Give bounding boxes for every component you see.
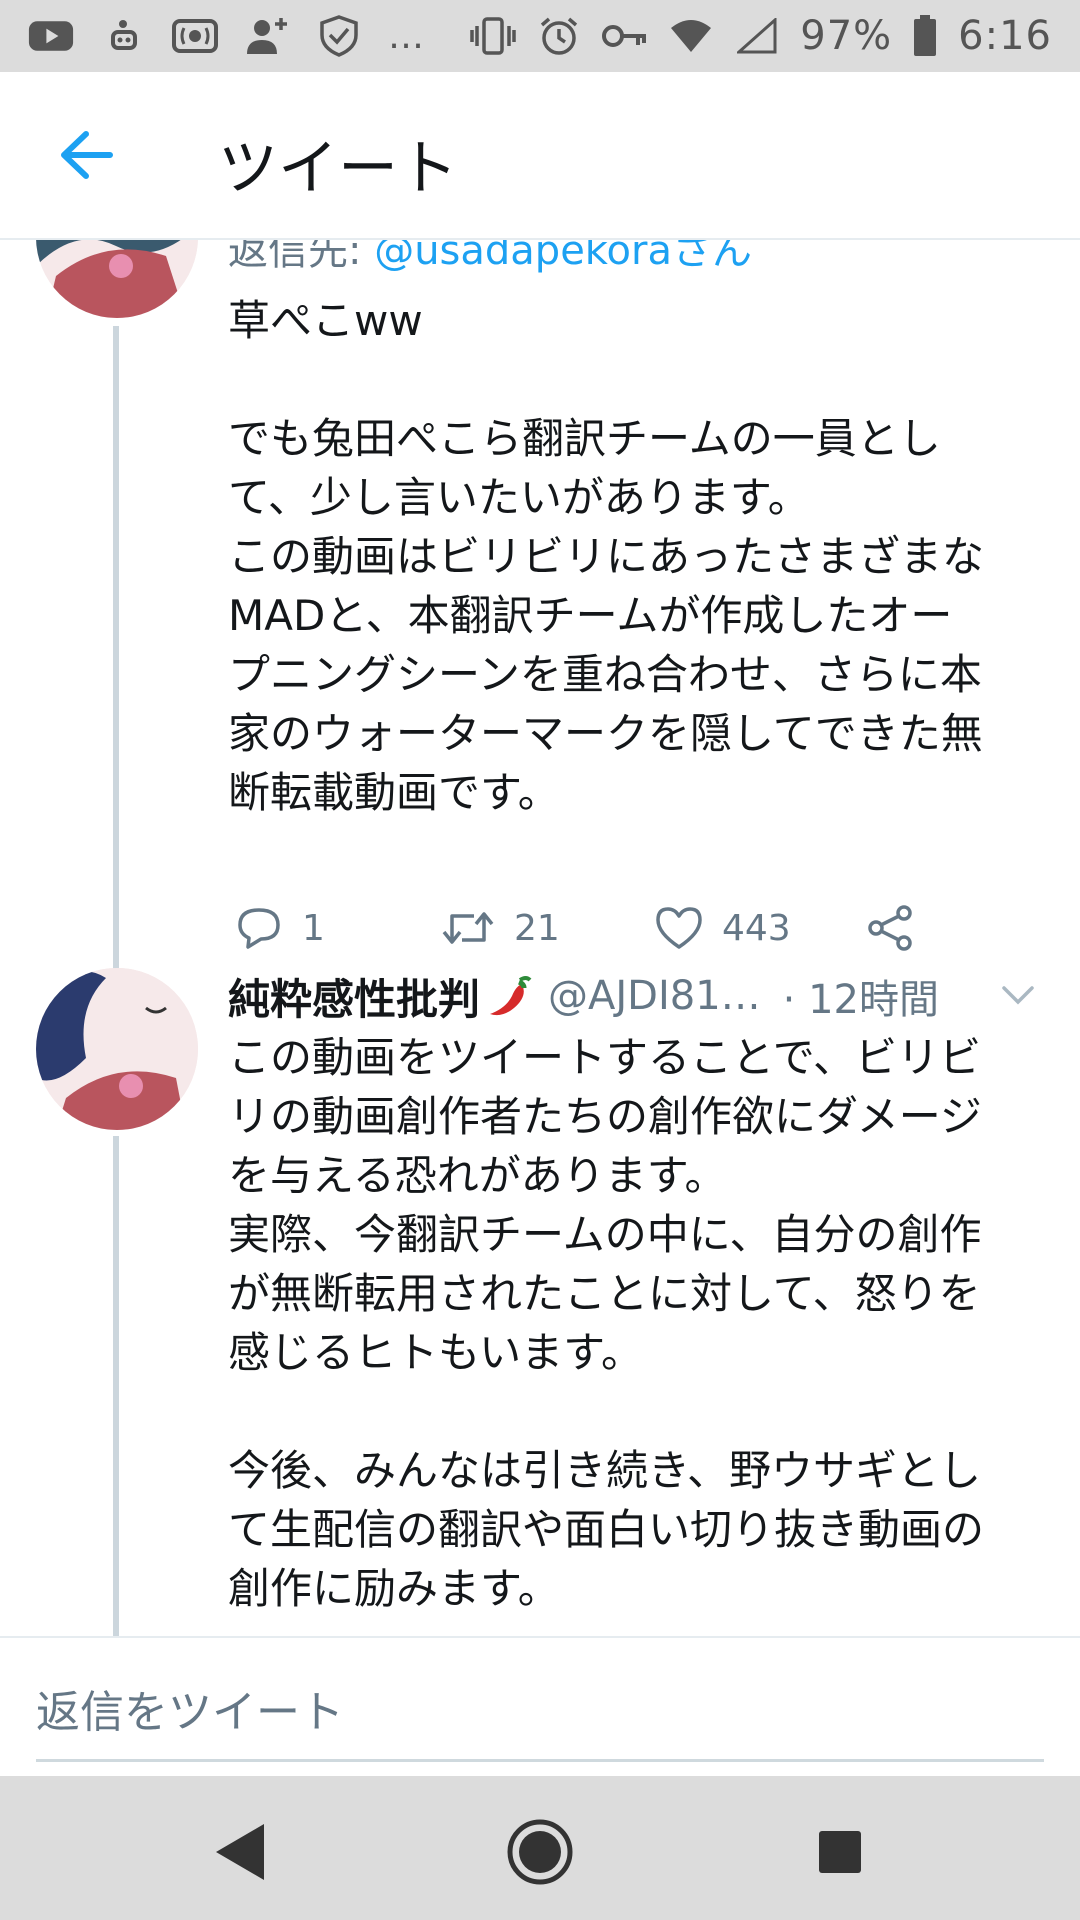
tweet-timestamp[interactable]: · 12時間 (783, 967, 939, 1025)
share-icon (868, 905, 912, 951)
add-person-icon (244, 16, 290, 56)
recents-square-icon (819, 1831, 861, 1873)
reply-icon (238, 908, 280, 949)
reply-action-button[interactable]: 1 (234, 898, 325, 958)
tweet-header: 純粋感性批判 @AJDI81… · 12時間 (228, 966, 1048, 1026)
input-underline (36, 1759, 1044, 1762)
youtube-icon (28, 16, 74, 56)
system-navigation-bar (0, 1776, 1080, 1920)
tweet-text: この動画をツイートすることで、ビリビ リの動画創作者たちの創作欲にダメージ を与… (228, 1033, 985, 1613)
heart-icon (656, 907, 702, 949)
reply-count: 1 (302, 907, 325, 949)
share-action-button[interactable] (866, 898, 916, 958)
reply-to-prefix: 返信先: (228, 238, 375, 274)
like-count: 443 (722, 907, 791, 949)
avatar[interactable] (36, 968, 198, 1130)
overflow-indicator: … (388, 15, 426, 57)
top-app-bar: ツイート (0, 72, 1080, 240)
radio-icon (172, 16, 218, 56)
tweet-thread[interactable]: 返信先: @usadapekoraさん 草ぺこww でも兔田ぺこら翻訳チームの一… (0, 238, 1080, 1636)
reply-composer: 返信をツイート (0, 1636, 1080, 1778)
avatar[interactable] (36, 238, 198, 318)
key-icon (602, 16, 648, 56)
vibrate-icon (470, 16, 517, 56)
nav-back-button[interactable] (200, 1812, 280, 1892)
back-triangle-icon (216, 1824, 264, 1880)
retweet-action-button[interactable]: 21 (440, 898, 560, 958)
like-action-button[interactable]: 443 (654, 898, 791, 958)
thread-connector-line (113, 1136, 119, 1636)
chili-pepper-icon (490, 976, 532, 1016)
thread-connector-line (113, 326, 119, 976)
tweet-actions: 1 21 443 (228, 898, 928, 958)
chevron-down-icon[interactable] (998, 978, 1038, 1014)
battery-percent: 97% (800, 13, 893, 59)
nav-recents-button[interactable] (800, 1812, 880, 1892)
reply-input[interactable]: 返信をツイート (36, 1676, 344, 1740)
user-handle[interactable]: @AJDI81… (548, 973, 761, 1019)
app-icon (100, 16, 146, 56)
status-bar: … 97% 6:16 (0, 0, 1080, 72)
clock: 6:16 (958, 13, 1052, 59)
wifi-icon (668, 16, 714, 56)
display-name[interactable]: 純粋感性批判 (228, 966, 480, 1027)
shield-icon (316, 15, 362, 57)
alarm-icon (536, 16, 582, 56)
retweet-icon (442, 912, 494, 944)
nav-home-button[interactable] (500, 1812, 580, 1892)
home-circle-icon (507, 1819, 573, 1885)
battery-icon (912, 15, 938, 56)
arrow-left-icon (61, 131, 113, 179)
back-button[interactable] (56, 130, 116, 180)
tweet-text: 草ぺこww でも兔田ぺこら翻訳チームの一員とし て、少し言いたいがあります。 こ… (228, 296, 985, 817)
signal-icon (734, 16, 780, 56)
page-title: ツイート (218, 134, 458, 204)
reply-to-line: 返信先: @usadapekoraさん (228, 238, 752, 276)
retweet-count: 21 (514, 907, 560, 949)
reply-to-handle-link[interactable]: @usadapekoraさん (374, 238, 752, 274)
